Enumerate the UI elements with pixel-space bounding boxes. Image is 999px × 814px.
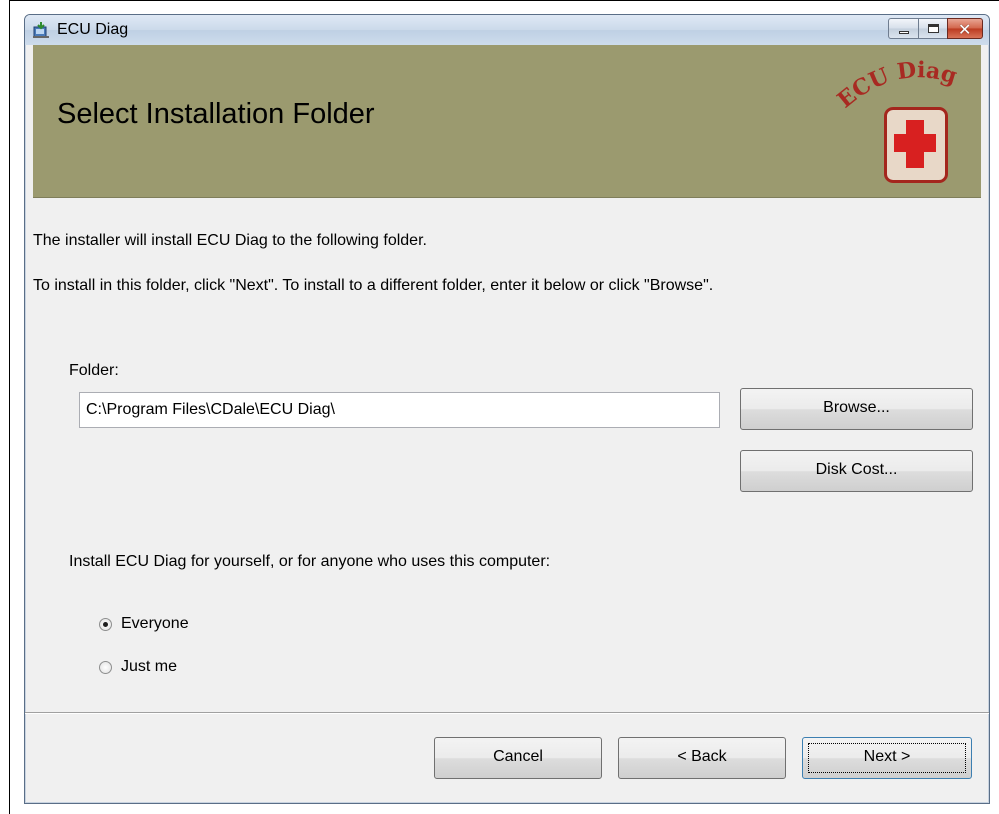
folder-label: Folder: xyxy=(69,362,119,379)
radio-selected-dot xyxy=(103,622,108,627)
logo-label: ECU Diag xyxy=(835,57,960,111)
radio-just-me-label[interactable]: Just me xyxy=(121,658,177,676)
radio-just-me[interactable] xyxy=(99,661,112,674)
maximize-icon xyxy=(928,24,939,33)
logo-text: ECU Diag xyxy=(835,57,960,111)
installer-window: ECU Diag ✕ Select Installation Folder EC… xyxy=(24,14,990,804)
footer-separator xyxy=(25,712,989,714)
folder-input[interactable]: C:\Program Files\CDale\ECU Diag\ xyxy=(79,392,720,428)
cancel-label: Cancel xyxy=(493,748,543,765)
close-icon: ✕ xyxy=(958,20,972,39)
install-for-prompt: Install ECU Diag for yourself, or for an… xyxy=(69,553,551,570)
browse-button[interactable]: Browse... xyxy=(740,388,973,430)
window-title: ECU Diag xyxy=(57,21,129,38)
title-bar[interactable]: ECU Diag ✕ xyxy=(25,15,989,45)
intro-line-2: To install in this folder, click "Next".… xyxy=(33,277,714,294)
page-title: Select Installation Folder xyxy=(57,98,375,130)
radio-everyone[interactable] xyxy=(99,618,112,631)
maximize-button[interactable] xyxy=(918,18,948,39)
disk-cost-label: Disk Cost... xyxy=(815,461,898,478)
close-button[interactable]: ✕ xyxy=(947,18,983,39)
disk-cost-button[interactable]: Disk Cost... xyxy=(740,450,973,492)
radio-everyone-label[interactable]: Everyone xyxy=(121,615,189,633)
next-button[interactable]: Next > xyxy=(802,737,972,779)
back-button[interactable]: < Back xyxy=(618,737,786,779)
intro-line-1: The installer will install ECU Diag to t… xyxy=(33,232,427,249)
back-label: < Back xyxy=(677,748,727,765)
installer-icon xyxy=(33,22,49,38)
svg-text:ECU Diag: ECU Diag xyxy=(835,57,960,111)
browse-label: Browse... xyxy=(823,399,890,416)
focus-ring xyxy=(808,743,966,773)
red-cross-icon xyxy=(884,107,948,183)
header-banner: Select Installation Folder ECU Diag xyxy=(33,45,981,198)
cancel-button[interactable]: Cancel xyxy=(434,737,602,779)
minimize-button[interactable] xyxy=(888,18,919,39)
minimize-icon xyxy=(899,31,909,34)
